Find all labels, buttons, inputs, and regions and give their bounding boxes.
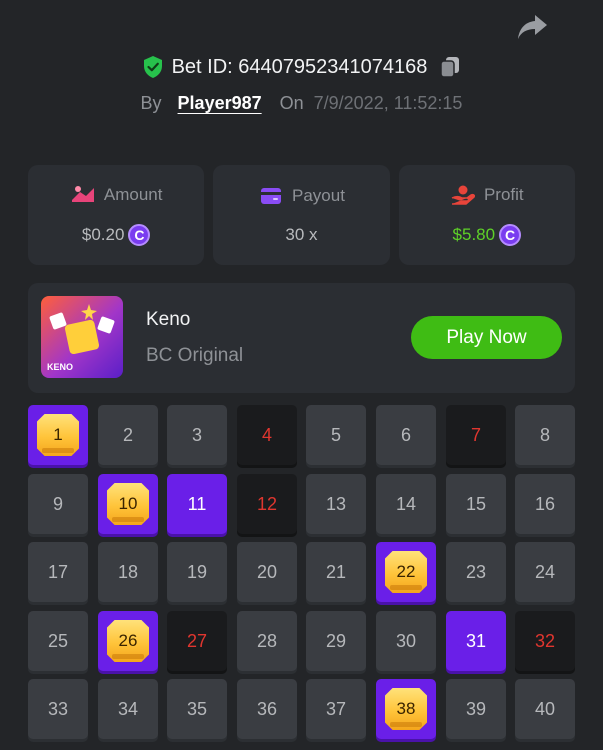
keno-cell-7: 7 (446, 405, 506, 465)
by-label: By (140, 92, 162, 113)
bet-id-row: Bet ID: 64407952341074168 (0, 52, 603, 82)
keno-cell-40: 40 (515, 679, 575, 739)
game-card: KENO Keno BC Original Play Now (28, 283, 575, 393)
payout-card: Payout 30 x (213, 165, 390, 265)
game-name: Keno (146, 309, 191, 330)
keno-cell-34: 34 (98, 679, 158, 739)
coin-icon: C (128, 224, 151, 246)
keno-cell-1: 1 (28, 405, 88, 465)
gem-icon: 1 (37, 414, 79, 456)
profit-label: Profit (483, 185, 524, 204)
keno-cell-33: 33 (28, 679, 88, 739)
share-icon[interactable] (515, 12, 549, 42)
keno-cell-12: 12 (237, 474, 297, 534)
gem-icon: 26 (107, 620, 149, 662)
gem-icon: 38 (385, 688, 427, 730)
keno-cell-18: 18 (98, 542, 158, 602)
profit-card: Profit $5.80 C (398, 165, 575, 265)
keno-cell-11: 11 (167, 474, 227, 534)
keno-cell-10: 10 (98, 474, 158, 534)
keno-cell-39: 39 (446, 679, 506, 739)
game-subtitle: BC Original (146, 345, 244, 366)
keno-cell-3: 3 (167, 405, 227, 465)
keno-cell-4: 4 (237, 405, 297, 465)
verified-shield-icon (143, 56, 162, 78)
keno-cell-24: 24 (515, 542, 575, 602)
keno-cell-13: 13 (306, 474, 366, 534)
gem-icon: 10 (107, 483, 149, 525)
bet-date: 7/9/2022, 11:52:15 (313, 92, 463, 113)
keno-cell-20: 20 (237, 542, 297, 602)
keno-cell-6: 6 (376, 405, 436, 465)
keno-cell-30: 30 (376, 611, 436, 671)
amount-card: Amount $0.20 C (28, 165, 205, 265)
keno-cell-38: 38 (376, 679, 436, 739)
bet-id-text: Bet ID: 64407952341074168 (171, 55, 428, 78)
amount-value: $0.20 (81, 225, 125, 244)
keno-cell-35: 35 (167, 679, 227, 739)
keno-cell-25: 25 (28, 611, 88, 671)
keno-cell-28: 28 (237, 611, 297, 671)
bet-id-value: 64407952341074168 (238, 55, 428, 78)
keno-cell-8: 8 (515, 405, 575, 465)
keno-cell-31: 31 (446, 611, 506, 671)
stats-panel: Amount $0.20 C Payout 30 x Profit $5.80 … (28, 165, 575, 265)
amount-icon (71, 186, 94, 202)
keno-cell-19: 19 (167, 542, 227, 602)
keno-cell-36: 36 (237, 679, 297, 739)
keno-cell-5: 5 (306, 405, 366, 465)
keno-cell-14: 14 (376, 474, 436, 534)
payout-value: 30 x (285, 225, 318, 244)
keno-cell-15: 15 (446, 474, 506, 534)
keno-cell-37: 37 (306, 679, 366, 739)
copy-icon[interactable] (439, 55, 461, 79)
keno-cell-21: 21 (306, 542, 366, 602)
by-row: By Player987 On 7/9/2022, 11:52:15 (0, 88, 603, 118)
keno-thumbnail[interactable]: KENO (41, 296, 123, 378)
keno-cell-16: 16 (515, 474, 575, 534)
keno-cell-26: 26 (98, 611, 158, 671)
keno-cell-9: 9 (28, 474, 88, 534)
payout-label: Payout (292, 186, 345, 205)
keno-cell-32: 32 (515, 611, 575, 671)
gem-icon: 22 (385, 551, 427, 593)
on-label: On (279, 92, 304, 113)
profit-icon (451, 185, 475, 205)
keno-cell-27: 27 (167, 611, 227, 671)
coin-icon: C (499, 224, 522, 246)
keno-thumb-text: KENO (47, 362, 73, 372)
keno-cell-23: 23 (446, 542, 506, 602)
wallet-icon (261, 188, 282, 204)
keno-cell-2: 2 (98, 405, 158, 465)
profit-value: $5.80 (452, 225, 496, 244)
keno-cell-22: 22 (376, 542, 436, 602)
keno-cell-29: 29 (306, 611, 366, 671)
player-link[interactable]: Player987 (178, 93, 262, 114)
play-now-button[interactable]: Play Now (411, 316, 562, 359)
amount-label: Amount (103, 185, 163, 204)
keno-cell-17: 17 (28, 542, 88, 602)
